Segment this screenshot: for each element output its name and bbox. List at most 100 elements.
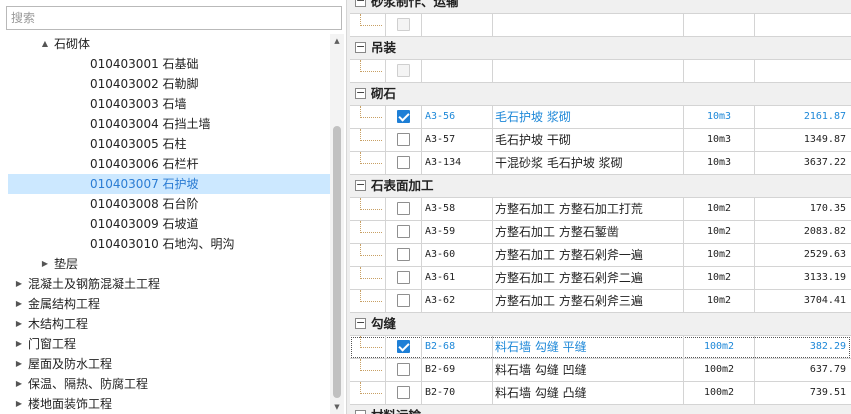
tree-connector — [350, 60, 385, 82]
group-row[interactable]: − 砌石 — [350, 83, 851, 106]
row-checkbox[interactable] — [397, 294, 410, 307]
table-row[interactable]: A3-61 方整石加工 方整石剁斧二遍 10m2 3133.19 — [350, 267, 851, 290]
table-row[interactable]: B2-69 料石墙 勾缝 凹缝 100m2 637.79 — [350, 359, 851, 382]
tree-connector — [350, 152, 385, 174]
group-row[interactable]: − 砂浆制作、运输 — [350, 0, 851, 14]
tree-item-label: 石砌体 — [54, 37, 91, 51]
collapsed-arrow-icon[interactable]: ▶ — [14, 314, 24, 334]
tree-item[interactable]: 010403010 石地沟、明沟 — [8, 234, 330, 254]
collapsed-arrow-icon[interactable]: ▶ — [40, 254, 50, 274]
collapse-toggle-icon[interactable]: − — [355, 179, 366, 191]
group-name: 勾缝 — [371, 316, 397, 331]
connector-line — [360, 117, 382, 118]
tree-scrollbar[interactable]: ▲ ▼ — [330, 34, 344, 414]
collapsed-arrow-icon[interactable]: ▶ — [14, 354, 24, 374]
checkbox-cell — [385, 336, 421, 358]
tree-item[interactable]: ▲ 石砌体 — [8, 34, 330, 54]
tree-item[interactable]: 010403001 石基础 — [8, 54, 330, 74]
quota-unit: 10m3 — [683, 129, 754, 151]
search-input[interactable] — [6, 6, 342, 30]
row-checkbox[interactable] — [397, 386, 410, 399]
row-checkbox[interactable] — [397, 363, 410, 376]
group-row[interactable]: − 石表面加工 — [350, 175, 851, 198]
row-checkbox[interactable] — [397, 340, 410, 353]
quota-name: 毛石护坡 干砌 — [492, 129, 683, 151]
collapse-toggle-icon[interactable]: − — [355, 317, 366, 329]
table-row[interactable]: A3-57 毛石护坡 干砌 10m3 1349.87 — [350, 129, 851, 152]
tree-item[interactable]: ▶ 垫层 — [8, 254, 330, 274]
tree-item[interactable]: 010403003 石墙 — [8, 94, 330, 114]
connector-line — [360, 71, 382, 72]
tree-item[interactable]: ▶ 保温、隔热、防腐工程 — [8, 374, 330, 394]
tree-item[interactable]: ▶ 金属结构工程 — [8, 294, 330, 314]
collapse-toggle-icon[interactable]: − — [355, 87, 366, 99]
collapse-toggle-icon[interactable]: − — [355, 409, 366, 414]
tree-item[interactable]: 010403002 石勒脚 — [8, 74, 330, 94]
tree-item-label: 金属结构工程 — [28, 297, 101, 311]
checkbox-cell — [385, 382, 421, 404]
table-row[interactable]: A3-134 干混砂浆 毛石护坡 浆砌 10m3 3637.22 — [350, 152, 851, 175]
table-row[interactable]: A3-59 方整石加工 方整石錾凿 10m2 2083.82 — [350, 221, 851, 244]
tree-item[interactable]: 010403004 石挡土墙 — [8, 114, 330, 134]
group-row[interactable]: −材料运输 — [350, 405, 851, 414]
scroll-down-arrow-icon[interactable]: ▼ — [330, 400, 344, 414]
tree-item-label: 屋面及防水工程 — [28, 357, 113, 371]
collapse-toggle-icon[interactable]: − — [355, 41, 366, 53]
collapsed-arrow-icon[interactable]: ▶ — [14, 274, 24, 294]
table-row[interactable] — [350, 14, 851, 37]
tree-item[interactable]: ▶ 混凝土及钢筋混凝土工程 — [8, 274, 330, 294]
quota-price: 2529.63 — [754, 244, 851, 266]
tree-connector — [350, 198, 385, 220]
table-row[interactable]: A3-58 方整石加工 方整石加工打荒 10m2 170.35 — [350, 198, 851, 221]
collapse-toggle-icon[interactable]: − — [355, 0, 366, 7]
quota-code: B2-69 — [421, 359, 492, 381]
table-row[interactable]: B2-70 料石墙 勾缝 凸缝 100m2 739.51 — [350, 382, 851, 405]
tree-connector — [350, 221, 385, 243]
tree-item-label: 垫层 — [54, 257, 79, 271]
quota-grid: − 砂浆制作、运输 − 吊装 − 砌石 A3-56 毛石护坡 浆砌 10m3 2161.87 A3-… — [350, 0, 851, 414]
expanded-arrow-icon[interactable]: ▲ — [40, 34, 50, 54]
tree-item-label: 010403007 石护坡 — [90, 177, 199, 191]
row-checkbox[interactable] — [397, 110, 410, 123]
quota-code: A3-56 — [421, 106, 492, 128]
tree-item[interactable]: 010403007 石护坡 — [8, 174, 330, 194]
checkbox-cell — [385, 60, 421, 82]
table-row[interactable]: A3-60 方整石加工 方整石剁斧一遍 10m2 2529.63 — [350, 244, 851, 267]
row-checkbox[interactable] — [397, 202, 410, 215]
group-row[interactable]: − 勾缝 — [350, 313, 851, 336]
table-row[interactable]: B2-68 料石墙 勾缝 平缝 100m2 382.29 — [350, 336, 851, 359]
table-row[interactable]: A3-62 方整石加工 方整石剁斧三遍 10m2 3704.41 — [350, 290, 851, 313]
row-checkbox[interactable] — [397, 156, 410, 169]
table-row[interactable] — [350, 60, 851, 83]
group-name: 石表面加工 — [371, 178, 434, 193]
table-row[interactable]: A3-56 毛石护坡 浆砌 10m3 2161.87 — [350, 106, 851, 129]
collapsed-arrow-icon[interactable]: ▶ — [14, 294, 24, 314]
tree-connector — [350, 267, 385, 289]
tree-item-label: 门窗工程 — [28, 337, 77, 351]
tree-item[interactable]: ▶ 门窗工程 — [8, 334, 330, 354]
row-checkbox — [397, 64, 410, 77]
quota-unit: 10m3 — [683, 106, 754, 128]
quota-price — [754, 60, 851, 82]
row-checkbox[interactable] — [397, 271, 410, 284]
group-row[interactable]: − 吊装 — [350, 37, 851, 60]
collapsed-arrow-icon[interactable]: ▶ — [14, 374, 24, 394]
tree-item[interactable]: ▶ 屋面及防水工程 — [8, 354, 330, 374]
tree-item[interactable]: 010403006 石栏杆 — [8, 154, 330, 174]
scrollbar-thumb[interactable] — [333, 126, 341, 398]
tree-item[interactable]: ▶ 楼地面装饰工程 — [8, 394, 330, 414]
collapsed-arrow-icon[interactable]: ▶ — [14, 334, 24, 354]
quota-price: 2161.87 — [754, 106, 851, 128]
scroll-up-arrow-icon[interactable]: ▲ — [330, 34, 344, 48]
quota-price: 1349.87 — [754, 129, 851, 151]
tree-item[interactable]: 010403009 石坡道 — [8, 214, 330, 234]
collapsed-arrow-icon[interactable]: ▶ — [14, 394, 24, 414]
quota-unit: 100m2 — [683, 359, 754, 381]
row-checkbox[interactable] — [397, 225, 410, 238]
tree-item[interactable]: 010403005 石柱 — [8, 134, 330, 154]
row-checkbox[interactable] — [397, 133, 410, 146]
tree-item[interactable]: 010403008 石台阶 — [8, 194, 330, 214]
tree-item-label: 混凝土及钢筋混凝土工程 — [28, 277, 161, 291]
row-checkbox[interactable] — [397, 248, 410, 261]
tree-item[interactable]: ▶ 木结构工程 — [8, 314, 330, 334]
